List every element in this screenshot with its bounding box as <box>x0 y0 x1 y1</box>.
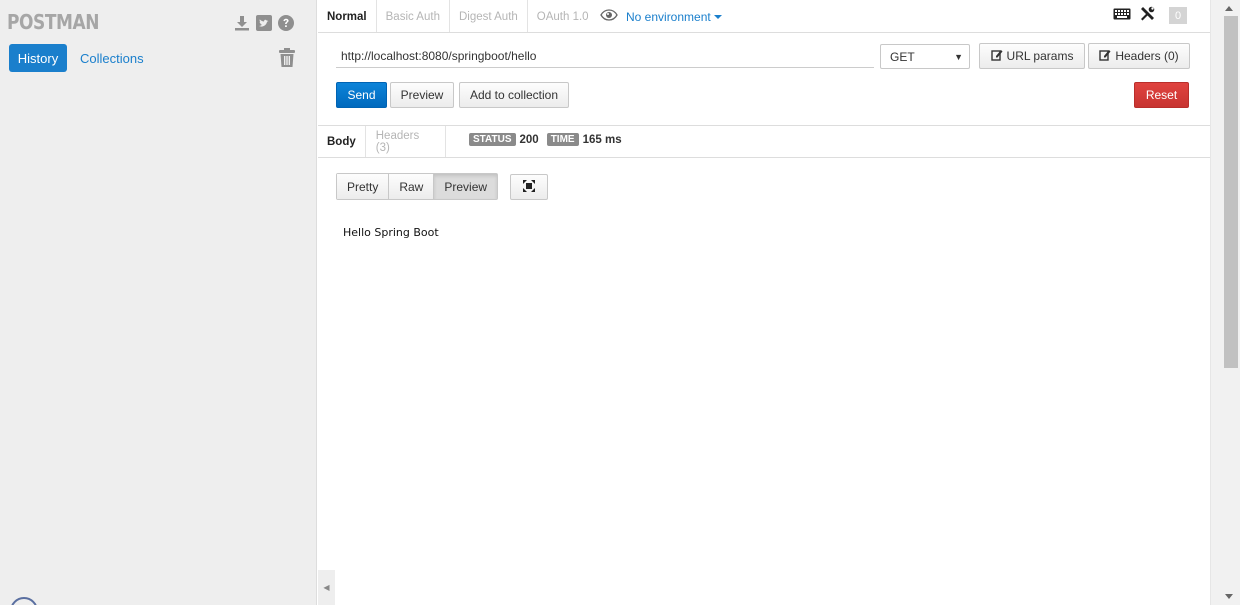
url-input[interactable] <box>336 44 874 68</box>
response-body: Hello Spring Boot <box>343 226 439 239</box>
scroll-up-icon[interactable] <box>1225 6 1233 11</box>
download-icon[interactable] <box>233 14 251 32</box>
fullscreen-icon <box>523 179 535 195</box>
preview-button[interactable]: Preview <box>390 82 454 108</box>
top-right-toolbar: 0 <box>1113 6 1187 25</box>
divider <box>318 125 1210 126</box>
reset-button[interactable]: Reset <box>1134 82 1189 108</box>
main-panel: Normal Basic Auth Digest Auth OAuth 1.0 … <box>318 0 1210 605</box>
response-tabs: Body Headers (3) <box>318 126 446 158</box>
divider <box>318 32 1210 33</box>
time-value: 165 ms <box>582 133 622 146</box>
method-select[interactable]: GET ▼ <box>880 44 970 69</box>
twitter-icon[interactable] <box>255 14 273 32</box>
sidebar-toolbar <box>233 14 295 32</box>
chevron-down-icon <box>713 15 722 20</box>
headers-label: Headers (0) <box>1115 49 1179 63</box>
environment-label[interactable]: No environment <box>626 10 711 24</box>
scrollbar[interactable] <box>1210 0 1240 605</box>
tab-digest-auth[interactable]: Digest Auth <box>450 0 528 33</box>
settings-icon[interactable] <box>1139 6 1155 25</box>
sidebar-toggle[interactable]: ◀ <box>318 570 335 605</box>
send-button[interactable]: Send <box>336 82 387 108</box>
environment-selector[interactable]: No environment <box>600 9 722 24</box>
view-raw-button[interactable]: Raw <box>389 174 435 199</box>
keyboard-icon[interactable] <box>1113 8 1131 23</box>
trash-icon[interactable] <box>278 48 296 71</box>
edit-icon <box>990 49 1003 64</box>
avatar[interactable] <box>10 597 38 605</box>
headers-button[interactable]: Headers (0) <box>1088 43 1190 69</box>
help-icon[interactable] <box>277 14 295 32</box>
app-logo: POSTMAN <box>7 10 100 34</box>
auth-tabs: Normal Basic Auth Digest Auth OAuth 1.0 <box>318 0 598 33</box>
chevron-left-icon: ◀ <box>323 583 330 592</box>
time-badge: TIME <box>546 133 579 146</box>
tab-history[interactable]: History <box>9 44 67 72</box>
tab-basic-auth[interactable]: Basic Auth <box>377 0 450 33</box>
tab-collections[interactable]: Collections <box>80 44 144 72</box>
scroll-down-icon[interactable] <box>1225 594 1233 599</box>
sidebar: POSTMAN History Collections <box>0 0 317 605</box>
eye-icon[interactable] <box>600 9 618 24</box>
url-params-button[interactable]: URL params <box>979 43 1085 69</box>
fullscreen-button[interactable] <box>510 174 548 200</box>
view-mode-group: Pretty Raw Preview <box>336 173 499 200</box>
tab-response-headers[interactable]: Headers (3) <box>366 126 446 158</box>
scroll-thumb[interactable] <box>1224 16 1238 368</box>
url-params-label: URL params <box>1006 49 1074 63</box>
add-to-collection-button[interactable]: Add to collection <box>459 82 569 108</box>
method-value: GET <box>890 49 915 64</box>
divider <box>318 157 1210 158</box>
tab-body[interactable]: Body <box>318 126 366 158</box>
view-preview-button[interactable]: Preview <box>434 174 498 199</box>
notification-counter[interactable]: 0 <box>1169 7 1187 24</box>
status-value: 200 <box>519 133 539 146</box>
select-arrow-icon: ▼ <box>954 51 963 62</box>
response-meta: STATUS 200 TIME 165 ms <box>469 133 622 146</box>
tab-oauth[interactable]: OAuth 1.0 <box>528 0 598 33</box>
edit-icon <box>1099 49 1111 64</box>
tab-normal[interactable]: Normal <box>318 0 377 33</box>
status-badge: STATUS <box>469 133 516 146</box>
view-pretty-button[interactable]: Pretty <box>337 174 390 199</box>
